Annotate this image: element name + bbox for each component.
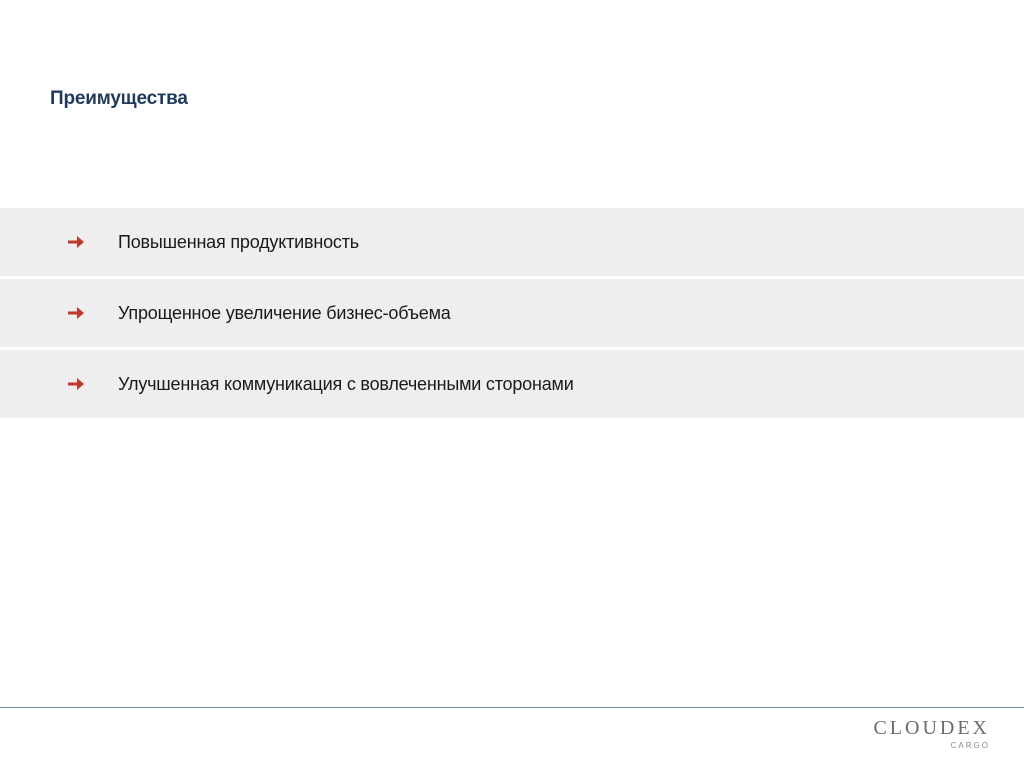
logo-sub-text: CARGO [873, 741, 990, 750]
footer-divider [0, 707, 1024, 708]
bullet-text: Улучшенная коммуникация с вовлеченными с… [118, 374, 574, 395]
brand-logo: CLOUDEX CARGO [873, 718, 990, 750]
bullet-text: Повышенная продуктивность [118, 232, 359, 253]
bullet-item: Упрощенное увеличение бизнес-объема [0, 279, 1024, 347]
bullet-text: Упрощенное увеличение бизнес-объема [118, 303, 451, 324]
bullet-list: Повышенная продуктивность Упрощенное уве… [0, 208, 1024, 421]
logo-main-text: CLOUDEX [873, 718, 990, 739]
arrow-right-icon [68, 377, 84, 391]
bullet-item: Повышенная продуктивность [0, 208, 1024, 276]
bullet-item: Улучшенная коммуникация с вовлеченными с… [0, 350, 1024, 418]
slide-title: Преимущества [50, 88, 188, 110]
arrow-right-icon [68, 306, 84, 320]
arrow-right-icon [68, 235, 84, 249]
slide: Преимущества Повышенная продуктивность У… [0, 0, 1024, 768]
